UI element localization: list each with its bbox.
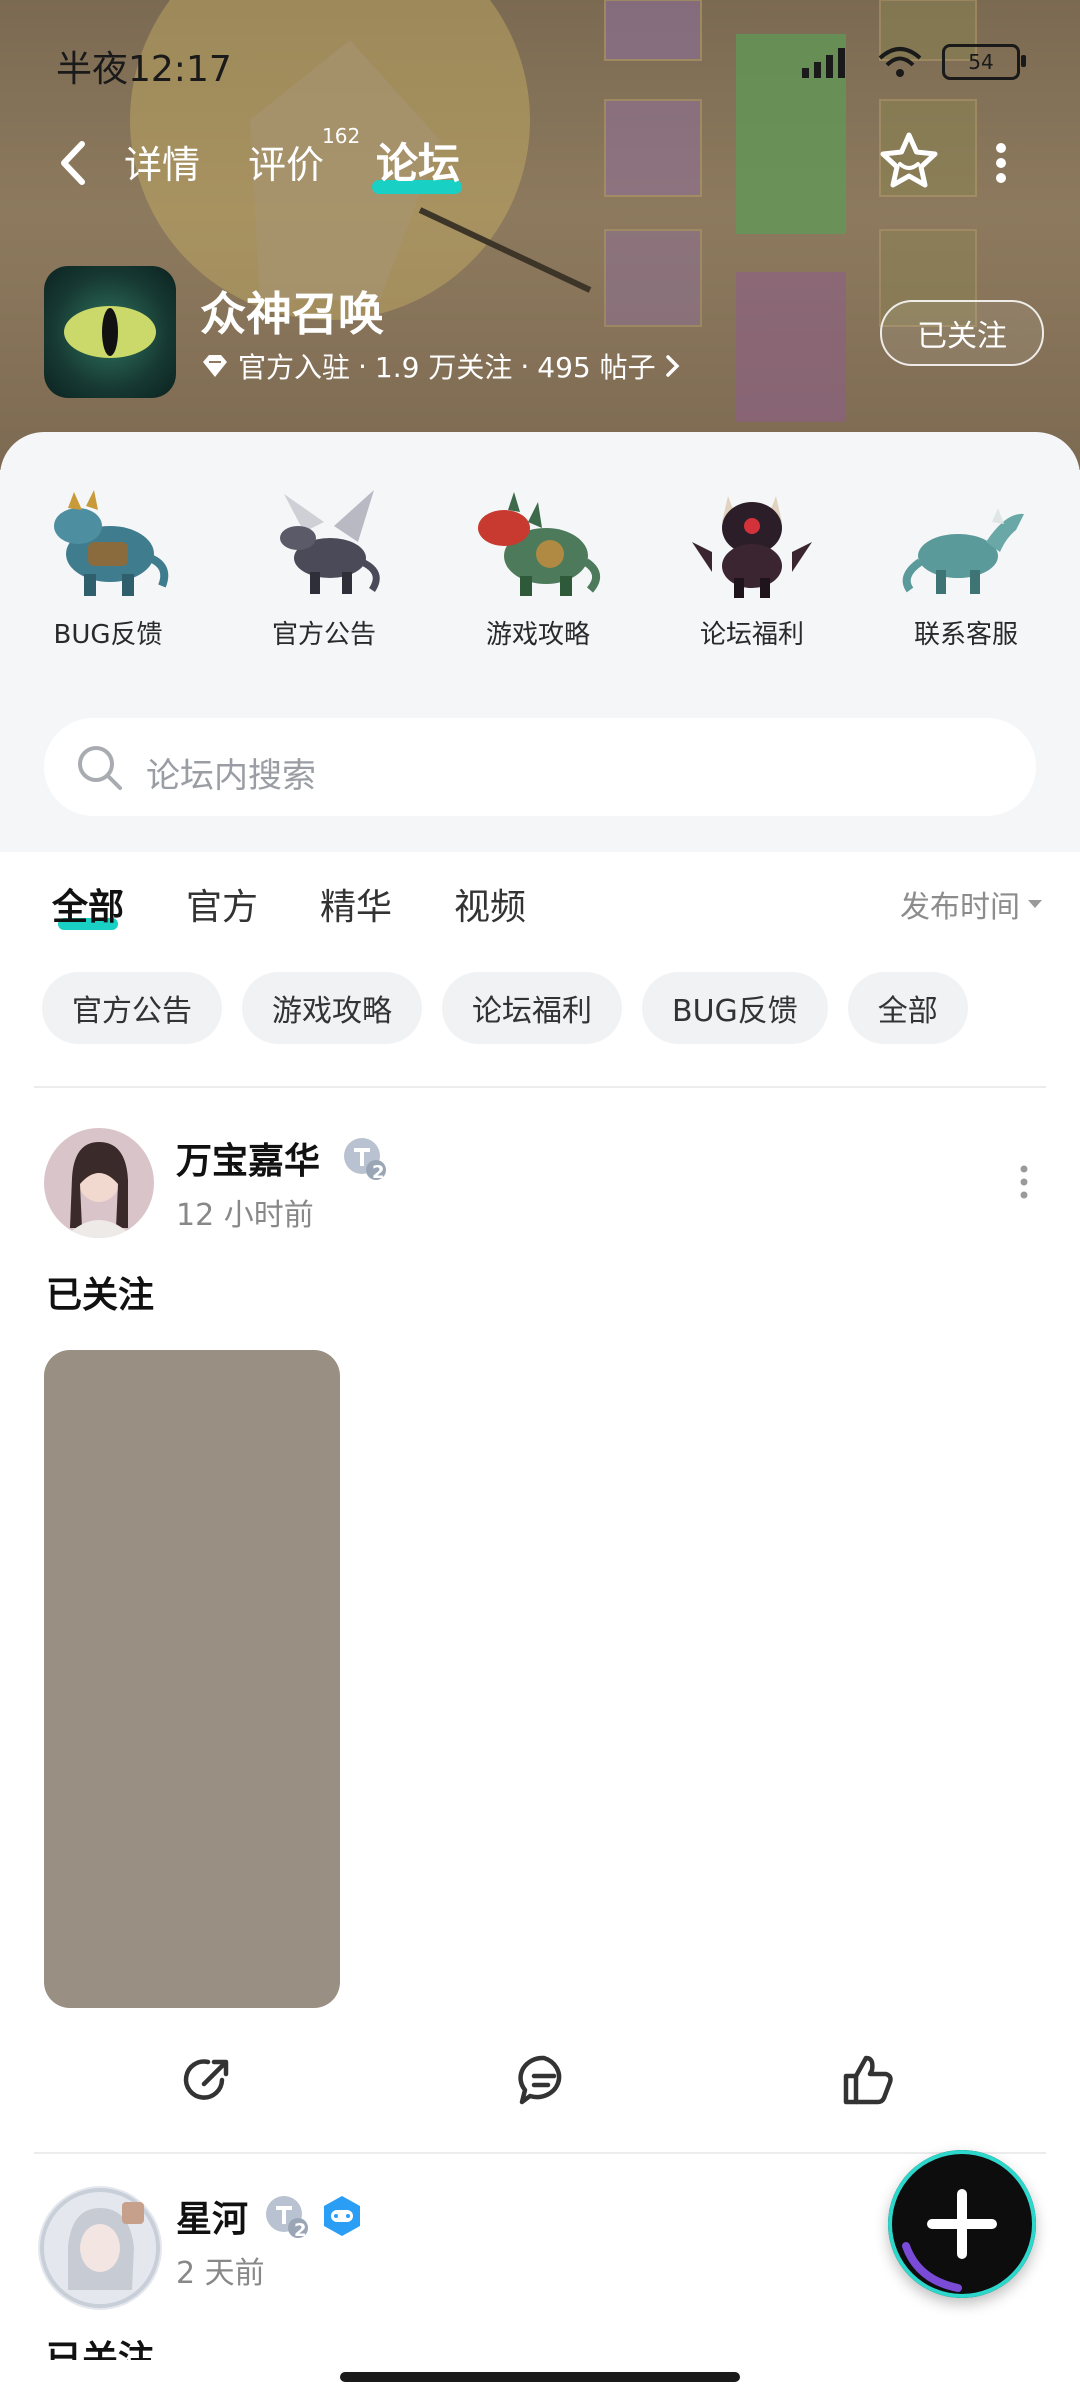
post-text[interactable]: 已关注 xyxy=(46,2330,154,2360)
posts-count: 495 帖子 xyxy=(537,351,656,384)
favorite-star-icon[interactable] xyxy=(878,130,940,192)
chip-bug-feedback[interactable]: BUG反馈 xyxy=(642,972,828,1044)
meta-separator: · xyxy=(520,349,530,383)
category-label: 联系客服 xyxy=(913,620,1018,650)
dark-dragon-icon xyxy=(692,496,812,598)
comment-icon[interactable] xyxy=(514,2050,574,2110)
category-label: 游戏攻略 xyxy=(485,620,590,650)
tab-reviews[interactable]: 评价 xyxy=(248,134,324,189)
sort-label: 发布时间 xyxy=(900,890,1020,925)
filter-tab-video[interactable]: 视频 xyxy=(454,878,526,930)
status-icons: 54 xyxy=(798,42,1026,82)
top-nav: 详情 评价 162 论坛 xyxy=(0,118,1080,208)
app-icon xyxy=(44,266,176,398)
status-time: 半夜12:17 xyxy=(56,49,232,90)
filter-tab-official[interactable]: 官方 xyxy=(186,878,258,930)
filter-tab-featured[interactable]: 精华 xyxy=(320,878,392,930)
post-more-icon[interactable] xyxy=(1016,1162,1032,1202)
followers-count: 1.9 万关注 xyxy=(374,351,513,384)
category-label: BUG反馈 xyxy=(53,620,163,650)
plus-icon xyxy=(902,2189,997,2292)
user-avatar-image xyxy=(44,1128,154,1238)
winged-dragon-icon xyxy=(280,490,380,594)
forum-header: 半夜12:17 54 详情 评价 162 论坛 众神召唤 官方入驻 · 1.9 … xyxy=(0,0,1080,470)
app-title: 众神召唤 xyxy=(200,287,384,341)
like-thumb-icon[interactable] xyxy=(838,2050,898,2110)
red-dragon-icon xyxy=(478,492,600,596)
category-bug-feedback[interactable]: BUG反馈 xyxy=(18,482,198,652)
post-time: 2 天前 xyxy=(176,2256,265,2291)
post-image[interactable] xyxy=(44,1350,340,2008)
username[interactable]: 星河 xyxy=(176,2190,248,2242)
avatar[interactable] xyxy=(44,1128,154,1238)
post-actions xyxy=(0,2040,1080,2120)
post-text[interactable]: 已关注 xyxy=(46,1266,154,1318)
search-icon xyxy=(78,746,122,790)
caret-down-icon xyxy=(1028,900,1042,908)
divider xyxy=(34,1086,1046,1088)
diamond-icon xyxy=(203,355,227,377)
level-number: 2 xyxy=(294,2220,307,2241)
category-sheet: BUG反馈 官方公告 游戏攻略 论坛福利 联系客服 论坛内搜索 xyxy=(0,432,1080,852)
tab-details[interactable]: 详情 xyxy=(124,134,200,189)
user-avatar-image xyxy=(38,2186,162,2310)
chevron-right-icon xyxy=(665,355,680,377)
app-info: 众神召唤 官方入驻 · 1.9 万关注 · 495 帖子 已关注 xyxy=(44,266,1044,400)
category-customer-service[interactable]: 联系客服 xyxy=(876,482,1056,652)
category-grid: BUG反馈 官方公告 游戏攻略 论坛福利 联系客服 xyxy=(0,482,1080,652)
category-label: 官方公告 xyxy=(271,620,376,650)
level-number: 2 xyxy=(372,1162,385,1183)
post-author: 万宝嘉华 2 12 小时前 xyxy=(44,1128,1044,1238)
filter-tab-all[interactable]: 全部 xyxy=(52,878,124,930)
back-arrow-icon[interactable] xyxy=(50,136,100,190)
blue-dragon-icon xyxy=(54,490,169,596)
search-input[interactable]: 论坛内搜索 xyxy=(146,748,316,797)
username[interactable]: 万宝嘉华 xyxy=(176,1132,320,1184)
chip-all[interactable]: 全部 xyxy=(847,972,968,1044)
post-filter-tabs: 全部 官方 精华 视频 发布时间 xyxy=(0,852,1080,962)
teal-dragon-icon xyxy=(902,508,1024,594)
meta-separator: · xyxy=(358,349,367,383)
dragon-eye-icon xyxy=(64,306,156,358)
create-post-button[interactable] xyxy=(888,2150,1036,2298)
official-label: 官方入驻 xyxy=(238,351,351,384)
category-chips: 官方公告 游戏攻略 论坛福利 BUG反馈 全部 xyxy=(42,972,968,1046)
review-count-badge: 162 xyxy=(322,124,361,148)
chip-benefits[interactable]: 论坛福利 xyxy=(442,972,622,1044)
signal-icon xyxy=(802,48,845,78)
tab-forum[interactable]: 论坛 xyxy=(376,130,460,191)
post-time: 12 小时前 xyxy=(176,1198,314,1233)
more-options-icon[interactable] xyxy=(986,138,1016,188)
share-icon[interactable] xyxy=(178,2050,238,2110)
avatar[interactable] xyxy=(38,2186,162,2310)
sort-dropdown[interactable]: 发布时间 xyxy=(900,882,1044,926)
category-benefits[interactable]: 论坛福利 xyxy=(662,482,842,652)
category-guides[interactable]: 游戏攻略 xyxy=(448,482,628,652)
chip-announcements[interactable]: 官方公告 xyxy=(42,972,222,1044)
app-meta[interactable]: 官方入驻 · 1.9 万关注 · 495 帖子 xyxy=(200,346,682,386)
status-bar: 半夜12:17 54 xyxy=(0,0,1080,110)
wifi-icon xyxy=(878,47,922,77)
follow-button[interactable]: 已关注 xyxy=(880,300,1044,366)
gamepad-badge-icon xyxy=(324,2196,360,2236)
category-announcements[interactable]: 官方公告 xyxy=(234,482,414,652)
category-label: 论坛福利 xyxy=(699,620,804,650)
home-indicator[interactable] xyxy=(340,2372,740,2382)
chip-guides[interactable]: 游戏攻略 xyxy=(242,972,422,1044)
forum-search-box[interactable]: 论坛内搜索 xyxy=(44,718,1036,816)
battery-indicator: 54 xyxy=(942,44,1026,80)
